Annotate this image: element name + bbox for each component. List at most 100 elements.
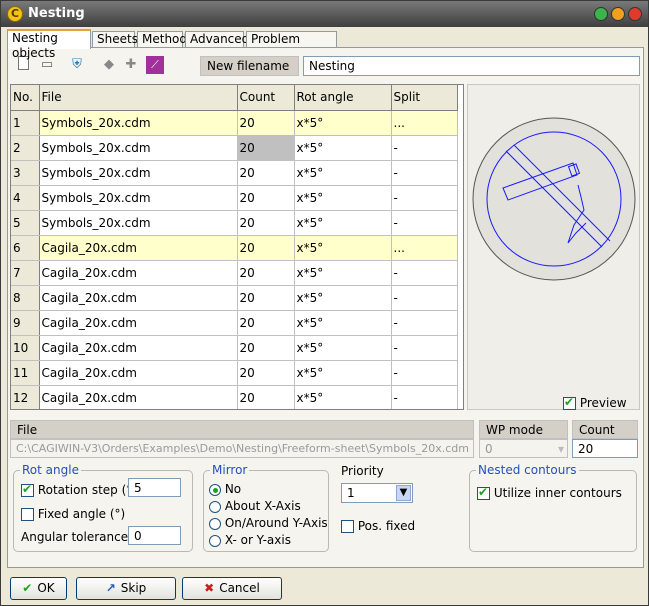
- table-row[interactable]: 2 Symbols_20x.cdm 20 x*5° -: [11, 135, 458, 161]
- fixed-angle-option[interactable]: Fixed angle (°): [21, 507, 125, 521]
- col-header-count[interactable]: Count: [237, 85, 295, 111]
- count-cell[interactable]: 20: [237, 310, 295, 336]
- col-header-split[interactable]: Split: [391, 85, 458, 111]
- tab-method[interactable]: Method: [137, 31, 187, 48]
- preview-checkbox[interactable]: [563, 395, 576, 410]
- col-header-no[interactable]: No.: [11, 85, 40, 111]
- rot-angle-cell[interactable]: x*5°: [294, 110, 392, 136]
- cancel-button[interactable]: ✖ Cancel: [182, 577, 282, 600]
- table-row[interactable]: 12 Cagila_20x.cdm 20 x*5° -: [11, 385, 458, 409]
- rot-angle-cell[interactable]: x*5°: [294, 385, 392, 409]
- rotation-step-checkbox[interactable]: [21, 482, 34, 497]
- count-cell[interactable]: 20: [237, 185, 295, 211]
- col-header-rot-angle[interactable]: Rot angle: [294, 85, 392, 111]
- utilize-inner-checkbox[interactable]: [477, 485, 490, 500]
- rot-angle-cell[interactable]: x*5°: [294, 210, 392, 236]
- file-cell[interactable]: Cagila_20x.cdm: [39, 310, 238, 336]
- rot-angle-cell[interactable]: x*5°: [294, 185, 392, 211]
- count-cell[interactable]: 20: [237, 160, 295, 186]
- chevron-down-icon[interactable]: ▼: [396, 485, 411, 501]
- mirror-option-xy[interactable]: X- or Y-axis: [209, 533, 291, 547]
- count-cell[interactable]: 20: [237, 135, 295, 161]
- tab-problem-handling[interactable]: Problem handling: [246, 31, 337, 61]
- split-cell[interactable]: -: [391, 185, 458, 211]
- table-row[interactable]: 8 Cagila_20x.cdm 20 x*5° -: [11, 285, 458, 311]
- mirror-option-no[interactable]: No: [209, 482, 241, 496]
- tag-icon[interactable]: ◆: [100, 56, 118, 74]
- add-icon[interactable]: ✚: [122, 56, 140, 74]
- table-row[interactable]: 4 Symbols_20x.cdm 20 x*5° -: [11, 185, 458, 211]
- preview-checkbox-wrap[interactable]: Preview: [563, 395, 627, 410]
- rot-angle-cell[interactable]: x*5°: [294, 260, 392, 286]
- rot-angle-cell[interactable]: x*5°: [294, 160, 392, 186]
- rot-angle-cell[interactable]: x*5°: [294, 310, 392, 336]
- mirror-y-radio[interactable]: [209, 517, 221, 530]
- close-button[interactable]: [628, 7, 642, 21]
- file-cell[interactable]: Symbols_20x.cdm: [39, 210, 238, 236]
- rot-angle-cell[interactable]: x*5°: [294, 235, 392, 261]
- count-cell[interactable]: 20: [237, 360, 295, 386]
- split-cell[interactable]: -: [391, 260, 458, 286]
- table-row[interactable]: 6 Cagila_20x.cdm 20 x*5°...: [11, 235, 458, 261]
- split-cell[interactable]: -: [391, 310, 458, 336]
- ok-button[interactable]: ✔ OK: [10, 577, 67, 600]
- chart-icon[interactable]: ⟋: [146, 56, 164, 74]
- tab-nesting-objects[interactable]: Nesting objects: [7, 29, 91, 60]
- table-row[interactable]: 11 Cagila_20x.cdm 20 x*5° -: [11, 360, 458, 386]
- file-cell[interactable]: Symbols_20x.cdm: [39, 135, 238, 161]
- file-cell[interactable]: Cagila_20x.cdm: [39, 285, 238, 311]
- mirror-xy-radio[interactable]: [209, 534, 221, 547]
- shield-icon[interactable]: ⛨: [68, 56, 86, 74]
- count-cell[interactable]: 20: [237, 335, 295, 361]
- count-cell[interactable]: 20: [237, 110, 295, 136]
- utilize-inner-option[interactable]: Utilize inner contours: [477, 485, 622, 500]
- table-row[interactable]: 3 Symbols_20x.cdm 20 x*5° -: [11, 160, 458, 186]
- count-input[interactable]: 20: [572, 439, 638, 458]
- split-cell[interactable]: -: [391, 285, 458, 311]
- file-cell[interactable]: Cagila_20x.cdm: [39, 385, 238, 409]
- minimize-button[interactable]: [594, 7, 608, 21]
- count-cell[interactable]: 20: [237, 385, 295, 409]
- split-cell[interactable]: -: [391, 160, 458, 186]
- pos-fixed-option[interactable]: Pos. fixed: [341, 519, 415, 533]
- priority-select[interactable]: 1 ▼: [341, 483, 413, 503]
- new-filename-input[interactable]: Nesting: [303, 56, 640, 76]
- split-cell[interactable]: -: [391, 385, 458, 409]
- count-cell[interactable]: 20: [237, 210, 295, 236]
- split-cell[interactable]: -: [391, 360, 458, 386]
- split-cell[interactable]: -: [391, 335, 458, 361]
- mirror-option-x[interactable]: About X-Axis: [209, 499, 301, 513]
- table-row[interactable]: 7 Cagila_20x.cdm 20 x*5° -: [11, 260, 458, 286]
- maximize-button[interactable]: [611, 7, 625, 21]
- split-cell[interactable]: -: [391, 210, 458, 236]
- file-cell[interactable]: Cagila_20x.cdm: [39, 360, 238, 386]
- file-cell[interactable]: Cagila_20x.cdm: [39, 235, 238, 261]
- rot-angle-cell[interactable]: x*5°: [294, 285, 392, 311]
- split-cell[interactable]: -: [391, 135, 458, 161]
- rot-angle-cell[interactable]: x*5°: [294, 335, 392, 361]
- fixed-angle-checkbox[interactable]: [21, 508, 34, 521]
- count-cell[interactable]: 20: [237, 235, 295, 261]
- mirror-x-radio[interactable]: [209, 500, 221, 513]
- skip-button[interactable]: ↗ Skip: [76, 577, 176, 600]
- file-cell[interactable]: Symbols_20x.cdm: [39, 160, 238, 186]
- col-header-file[interactable]: File: [39, 85, 238, 111]
- tab-advanced[interactable]: Advanced: [185, 31, 249, 48]
- rotation-step-input[interactable]: 5: [128, 478, 181, 497]
- angular-tolerance-input[interactable]: 0: [128, 526, 181, 545]
- tab-sheets[interactable]: Sheets: [92, 31, 138, 48]
- table-row[interactable]: 5 Symbols_20x.cdm 20 x*5° -: [11, 210, 458, 236]
- count-cell[interactable]: 20: [237, 285, 295, 311]
- split-cell[interactable]: ...: [391, 110, 458, 136]
- rotation-step-option[interactable]: Rotation step (°): [21, 482, 137, 497]
- file-cell[interactable]: Cagila_20x.cdm: [39, 260, 238, 286]
- table-row[interactable]: 9 Cagila_20x.cdm 20 x*5° -: [11, 310, 458, 336]
- mirror-option-y[interactable]: On/Around Y-Axis: [209, 516, 328, 530]
- rot-angle-cell[interactable]: x*5°: [294, 360, 392, 386]
- mirror-no-radio[interactable]: [209, 483, 221, 496]
- title-bar[interactable]: C Nesting: [1, 1, 648, 27]
- file-cell[interactable]: Cagila_20x.cdm: [39, 335, 238, 361]
- rot-angle-cell[interactable]: x*5°: [294, 135, 392, 161]
- table-row[interactable]: 1 Symbols_20x.cdm 20 x*5°...: [11, 110, 458, 136]
- count-cell[interactable]: 20: [237, 260, 295, 286]
